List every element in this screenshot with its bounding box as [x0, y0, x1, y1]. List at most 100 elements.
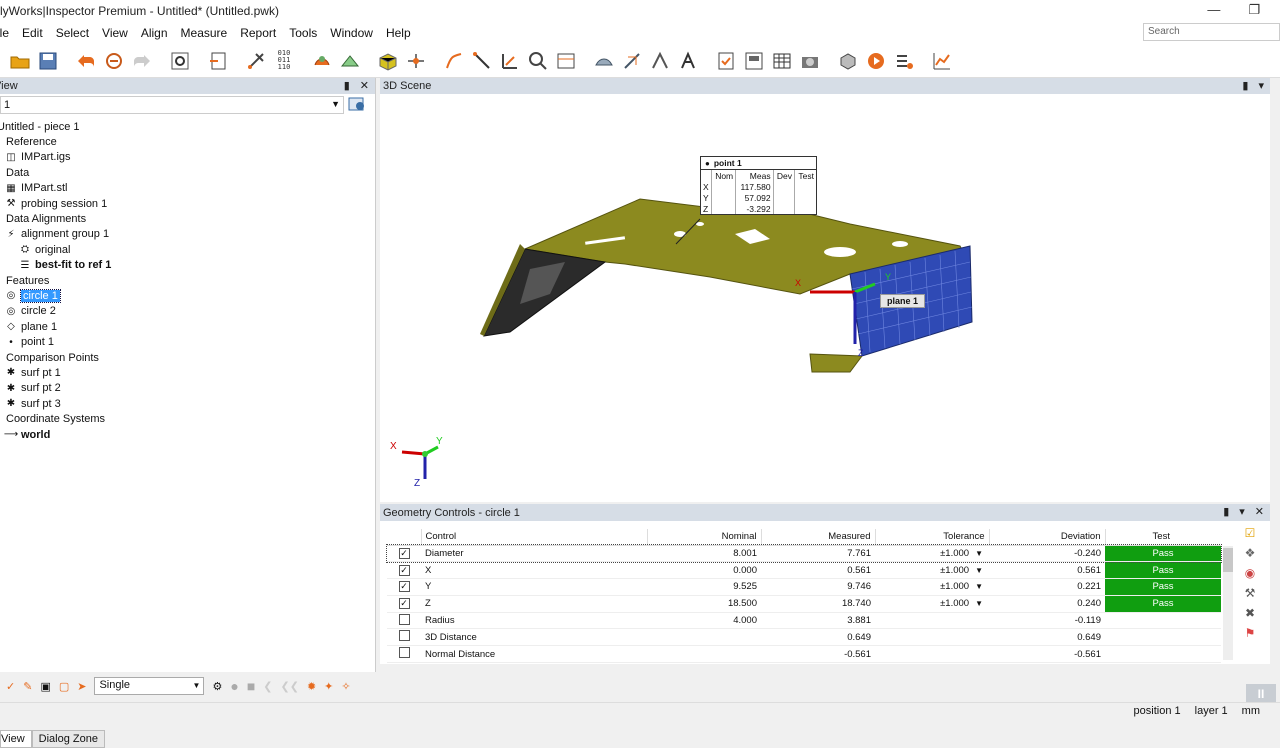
menu-file[interactable]: File — [0, 26, 9, 40]
probe-icon[interactable] — [244, 49, 268, 73]
tree-node[interactable]: ⚡ alignment group 1 — [0, 227, 375, 242]
undo-history-icon[interactable] — [102, 49, 126, 73]
settings-icon[interactable] — [168, 49, 192, 73]
chevron-down-icon[interactable]: ▼ — [975, 582, 983, 591]
row-checkbox[interactable] — [398, 647, 410, 659]
undo-icon[interactable] — [74, 49, 98, 73]
point-annotation[interactable]: ● point 1 Nom Meas Dev Test X 117.580 Y … — [700, 156, 817, 215]
table-measure-icon[interactable] — [554, 49, 578, 73]
plane-annotation[interactable]: plane 1 — [880, 294, 926, 308]
wrench-icon[interactable]: ⚒ — [1245, 586, 1256, 600]
axis-measure-icon[interactable]: ✦ — [324, 680, 333, 693]
points-icon[interactable]: ✹ — [307, 680, 316, 693]
menu-tools[interactable]: Tools — [289, 26, 317, 40]
gauge-icon[interactable] — [648, 49, 672, 73]
back-icon[interactable]: ❮ — [263, 680, 272, 693]
pick-icon[interactable]: ✓ — [6, 680, 15, 693]
pause-icon[interactable]: II — [1246, 684, 1276, 704]
pin-icon[interactable]: ▮ — [1223, 505, 1229, 518]
stop-icon[interactable]: ■ — [247, 678, 255, 694]
table-scrollbar[interactable] — [1223, 546, 1233, 660]
film-icon[interactable]: ▣ — [40, 680, 50, 693]
tree-node[interactable]: Reference — [0, 134, 375, 149]
tolerance-cell[interactable] — [875, 645, 989, 664]
minimize-icon[interactable]: — — [1207, 2, 1220, 18]
column-header-test[interactable]: Test — [1104, 529, 1221, 546]
surface-icon[interactable] — [592, 49, 616, 73]
3d-viewport[interactable]: X Y Z X Y Z ● point 1 Nom Meas Dev Test … — [380, 94, 1270, 502]
column-header-tolerance[interactable]: Tolerance — [874, 529, 989, 546]
table-row[interactable]: 3D Distance 0.649 0.649 — [387, 628, 1221, 647]
row-checkbox[interactable]: ✓ — [398, 547, 410, 559]
camera-icon[interactable] — [798, 49, 822, 73]
alignment-icon[interactable] — [404, 49, 428, 73]
tree-node[interactable]: ◇ plane 1 — [0, 319, 375, 334]
tab-view[interactable]: View — [0, 730, 32, 748]
device-icon[interactable]: ⚙ — [212, 680, 222, 693]
tree-node[interactable]: ☰ best-fit to ref 1 — [0, 258, 375, 273]
table-row[interactable]: ✓ X 0.000 0.561 ±1.000 ▼ 0.561 Pass — [387, 561, 1221, 580]
scan-icon[interactable] — [338, 49, 362, 73]
delete-icon[interactable]: ✖ — [1245, 606, 1255, 620]
report-icon[interactable] — [742, 49, 766, 73]
tree-node[interactable]: Comparison Points — [0, 350, 375, 365]
sequence-icon[interactable] — [892, 49, 916, 73]
position-status[interactable]: position 1 — [1134, 705, 1181, 717]
save-icon[interactable] — [36, 49, 60, 73]
tree-node[interactable]: Coordinate Systems — [0, 411, 375, 426]
units-status[interactable]: mm — [1242, 705, 1260, 717]
chevron-down-icon[interactable]: ▼ — [975, 566, 983, 575]
import-icon[interactable] — [206, 49, 230, 73]
pin-icon[interactable]: ▮ — [1242, 79, 1248, 92]
maximize-icon[interactable]: ❐ — [1248, 2, 1260, 18]
tree-node[interactable]: Data Alignments — [0, 211, 375, 226]
column-header-deviation[interactable]: Deviation — [988, 529, 1105, 546]
tree-node[interactable]: ▦ IMPart.stl — [0, 181, 375, 196]
nominal-cell[interactable]: 8.001 — [647, 545, 761, 563]
tree-node[interactable]: ✱ surf pt 2 — [0, 381, 375, 396]
row-checkbox[interactable]: ✓ — [398, 598, 410, 610]
nominal-cell[interactable] — [647, 645, 761, 664]
brush-icon[interactable]: ✎ — [23, 680, 32, 693]
menu-help[interactable]: Help — [386, 26, 411, 40]
row-checkbox[interactable]: ✓ — [398, 581, 410, 593]
tree-node[interactable]: ⛭ original — [0, 242, 375, 257]
tolerance-cell[interactable]: ±1.000 ▼ — [875, 578, 989, 596]
curves-icon[interactable] — [442, 49, 466, 73]
table-row[interactable]: Radius 4.000 3.881 -0.119 — [387, 612, 1221, 630]
nominal-cell[interactable]: 18.500 — [647, 595, 761, 613]
tree-node[interactable]: ◎ circle 2 — [0, 304, 375, 319]
layer-status[interactable]: layer 1 — [1195, 705, 1228, 717]
digitize-icon[interactable] — [310, 49, 334, 73]
redo-icon[interactable] — [130, 49, 154, 73]
tree-node[interactable]: ✱ surf pt 3 — [0, 396, 375, 411]
column-header-control[interactable]: Control — [420, 529, 647, 546]
nominal-cell[interactable] — [647, 628, 761, 647]
table-row[interactable]: Normal Distance -0.561 -0.561 — [387, 645, 1221, 664]
checklist-icon[interactable]: ☑ — [1245, 526, 1256, 540]
search-input[interactable]: Search — [1143, 23, 1280, 41]
tree-node[interactable]: Data — [0, 165, 375, 180]
tolerance-cell[interactable]: ±1.000 ▼ — [875, 595, 989, 613]
menu-select[interactable]: Select — [56, 26, 89, 40]
close-icon[interactable]: ✕ — [360, 79, 369, 92]
piece-selector[interactable]: 1 ▼ — [0, 96, 344, 114]
tree-node[interactable]: ⚒ probing session 1 — [0, 196, 375, 211]
part-object-icon[interactable] — [376, 49, 400, 73]
tab-dialog-zone[interactable]: Dialog Zone — [31, 730, 105, 748]
menu-arrow-icon[interactable]: ▾ — [1239, 505, 1245, 518]
tree-node[interactable]: ◎ circle 1 — [0, 288, 375, 303]
menu-measure[interactable]: Measure — [181, 26, 228, 40]
chart-icon[interactable] — [930, 49, 954, 73]
row-checkbox[interactable]: ✓ — [398, 564, 410, 576]
chevron-down-icon[interactable]: ▼ — [975, 549, 983, 558]
line-icon[interactable] — [470, 49, 494, 73]
nominal-cell[interactable]: 4.000 — [647, 612, 761, 630]
open-folder-icon[interactable] — [8, 49, 32, 73]
measure-tool-icon[interactable] — [498, 49, 522, 73]
macro-icon[interactable] — [836, 49, 860, 73]
section-icon[interactable] — [620, 49, 644, 73]
text-annotation-icon[interactable] — [676, 49, 700, 73]
tree-options-icon[interactable] — [348, 96, 366, 115]
row-checkbox[interactable] — [398, 613, 410, 625]
